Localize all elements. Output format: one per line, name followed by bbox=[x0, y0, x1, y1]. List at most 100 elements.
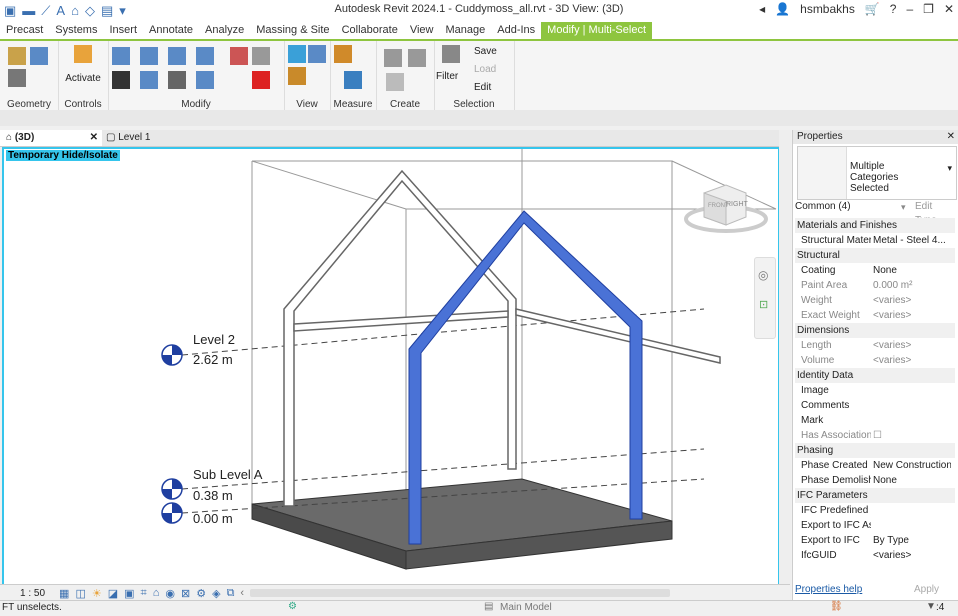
render-icon[interactable]: ▣ bbox=[124, 587, 134, 600]
properties-help-link[interactable]: Properties help bbox=[795, 584, 862, 595]
reveal-icon[interactable]: ⊠ bbox=[181, 587, 190, 600]
close-icon[interactable]: ✕ bbox=[944, 2, 954, 16]
minimize-icon[interactable]: – bbox=[906, 2, 913, 16]
property-value[interactable]: ☐ bbox=[873, 428, 951, 443]
property-row[interactable]: Phase Demolish...None bbox=[795, 473, 955, 488]
tab-manage[interactable]: Manage bbox=[439, 22, 491, 39]
filter-label[interactable]: Filter bbox=[436, 71, 458, 82]
property-row[interactable]: Mark bbox=[795, 413, 955, 428]
tab-annotate[interactable]: Annotate bbox=[143, 22, 199, 39]
trim-icon[interactable] bbox=[196, 71, 214, 89]
create-assembly-icon[interactable] bbox=[386, 73, 404, 91]
tab-insert[interactable]: Insert bbox=[103, 22, 143, 39]
tab-systems[interactable]: Systems bbox=[49, 22, 103, 39]
measure-icon[interactable] bbox=[334, 45, 352, 63]
property-section[interactable]: Identity Data bbox=[795, 368, 955, 383]
property-section[interactable]: IFC Parameters bbox=[795, 488, 955, 503]
property-row[interactable]: Comments bbox=[795, 398, 955, 413]
create-group-icon[interactable] bbox=[408, 49, 426, 67]
tab-modify-multi-select[interactable]: Modify | Multi-Select bbox=[541, 22, 652, 39]
property-row[interactable]: Has Association ☐ bbox=[795, 428, 955, 443]
username[interactable]: hsmbakhs bbox=[800, 2, 855, 16]
dimension-icon[interactable] bbox=[344, 71, 362, 89]
property-value[interactable]: 0.000 m² bbox=[873, 278, 951, 293]
filter-icon[interactable] bbox=[442, 45, 460, 63]
hide-isolate-icon[interactable]: ◉ bbox=[165, 587, 175, 600]
property-value[interactable]: By Type bbox=[873, 533, 951, 548]
join-icon[interactable] bbox=[30, 47, 48, 65]
hide-icon[interactable] bbox=[288, 45, 306, 63]
property-value[interactable]: Metal - Steel 4... bbox=[873, 233, 951, 248]
tab-massing-site[interactable]: Massing & Site bbox=[250, 22, 335, 39]
property-value[interactable]: <varies> bbox=[873, 353, 951, 368]
property-row[interactable]: Export to IFC As bbox=[795, 518, 955, 533]
property-row[interactable]: Image bbox=[795, 383, 955, 398]
offset-icon[interactable] bbox=[140, 47, 158, 65]
horizontal-scrollbar[interactable] bbox=[250, 589, 671, 597]
shadows-icon[interactable]: ◪ bbox=[108, 587, 118, 600]
sun-path-icon[interactable]: ☀ bbox=[92, 587, 102, 600]
property-row[interactable]: IfcGUID <varies> bbox=[795, 548, 955, 563]
tab-level-1[interactable]: ▢ Level 1 bbox=[100, 130, 192, 146]
property-value[interactable]: <varies> bbox=[873, 548, 951, 563]
property-row[interactable]: Structural Mater...Metal - Steel 4... bbox=[795, 233, 955, 248]
edit-selection[interactable]: Edit bbox=[474, 82, 491, 93]
property-section[interactable]: Dimensions bbox=[795, 323, 955, 338]
align-icon[interactable] bbox=[112, 47, 130, 65]
user-icon[interactable]: 👤 bbox=[775, 2, 790, 16]
tab-view[interactable]: View bbox=[404, 22, 440, 39]
crop-icon[interactable]: ⌗ bbox=[141, 587, 147, 600]
property-value[interactable]: <varies> bbox=[873, 308, 951, 323]
zoom-icon[interactable]: ⊡ bbox=[759, 298, 768, 311]
property-row[interactable]: Paint Area 0.000 m² bbox=[795, 278, 955, 293]
property-row[interactable]: Exact Weight <varies> bbox=[795, 308, 955, 323]
tab-collaborate[interactable]: Collaborate bbox=[336, 22, 404, 39]
move-icon[interactable] bbox=[112, 71, 130, 89]
paint-icon[interactable] bbox=[288, 67, 306, 85]
copy-icon[interactable] bbox=[140, 71, 158, 89]
view-scale[interactable]: 1 : 50 bbox=[20, 588, 45, 599]
vertical-scrollbar[interactable] bbox=[779, 130, 791, 600]
rotate-icon[interactable] bbox=[168, 71, 186, 89]
property-row[interactable]: Volume <varies> bbox=[795, 353, 955, 368]
property-row[interactable]: Export to IFC By Type bbox=[795, 533, 955, 548]
split-icon[interactable] bbox=[230, 47, 248, 65]
visual-style-icon[interactable]: ◫ bbox=[75, 587, 85, 600]
activate-label[interactable]: Activate bbox=[58, 73, 108, 84]
property-section[interactable]: Phasing bbox=[795, 443, 955, 458]
filter-icon[interactable]: ▼ bbox=[926, 601, 936, 612]
viewcube-right-face[interactable]: RIGHT bbox=[726, 201, 748, 208]
property-value[interactable]: None bbox=[873, 263, 951, 278]
property-section[interactable]: Structural bbox=[795, 248, 955, 263]
property-row[interactable]: Length <varies> bbox=[795, 338, 955, 353]
cut-icon[interactable] bbox=[8, 69, 26, 87]
tab-analyze[interactable]: Analyze bbox=[199, 22, 250, 39]
worksharing-icon[interactable]: ⚙ bbox=[196, 587, 206, 600]
active-model[interactable]: Main Model bbox=[500, 602, 552, 613]
back-icon[interactable]: ◂ bbox=[759, 2, 765, 16]
mirror-axis-icon[interactable] bbox=[168, 47, 186, 65]
create-parts-icon[interactable] bbox=[384, 49, 402, 67]
property-row[interactable]: Phase Created New Construction bbox=[795, 458, 955, 473]
close-icon[interactable]: ✕ bbox=[947, 130, 955, 144]
tab-precast[interactable]: Precast bbox=[0, 22, 49, 39]
worksharing-icon[interactable]: ⚙ bbox=[288, 601, 297, 612]
3d-view-canvas[interactable]: Temporary Hide/Isolate Level 2 2.62 m Su… bbox=[2, 147, 780, 587]
geometry-icon[interactable] bbox=[8, 47, 26, 65]
property-row[interactable]: Coating None bbox=[795, 263, 955, 278]
help-icon[interactable]: ? bbox=[890, 2, 897, 16]
highlight-icon[interactable]: ⧉ bbox=[227, 587, 235, 600]
mirror-draw-icon[interactable] bbox=[196, 47, 214, 65]
tab-3d[interactable]: ⌂ (3D) ✕ bbox=[0, 130, 102, 146]
select-links-icon[interactable]: ⛓ bbox=[830, 601, 843, 612]
scroll-left-icon[interactable]: ‹ bbox=[240, 587, 244, 599]
property-value[interactable]: <varies> bbox=[873, 293, 951, 308]
restore-icon[interactable]: ❐ bbox=[923, 2, 934, 16]
property-value[interactable]: None bbox=[873, 473, 951, 488]
detail-level-icon[interactable]: ▦ bbox=[59, 587, 69, 600]
property-section[interactable]: Materials and Finishes bbox=[795, 218, 955, 233]
type-selector[interactable]: Multiple Categories Selected ▾ bbox=[797, 146, 957, 200]
save-selection[interactable]: Save bbox=[474, 46, 497, 57]
instance-filter[interactable]: Common (4) ▾ Edit Type bbox=[795, 200, 955, 226]
analytical-icon[interactable]: ◈ bbox=[212, 587, 220, 600]
